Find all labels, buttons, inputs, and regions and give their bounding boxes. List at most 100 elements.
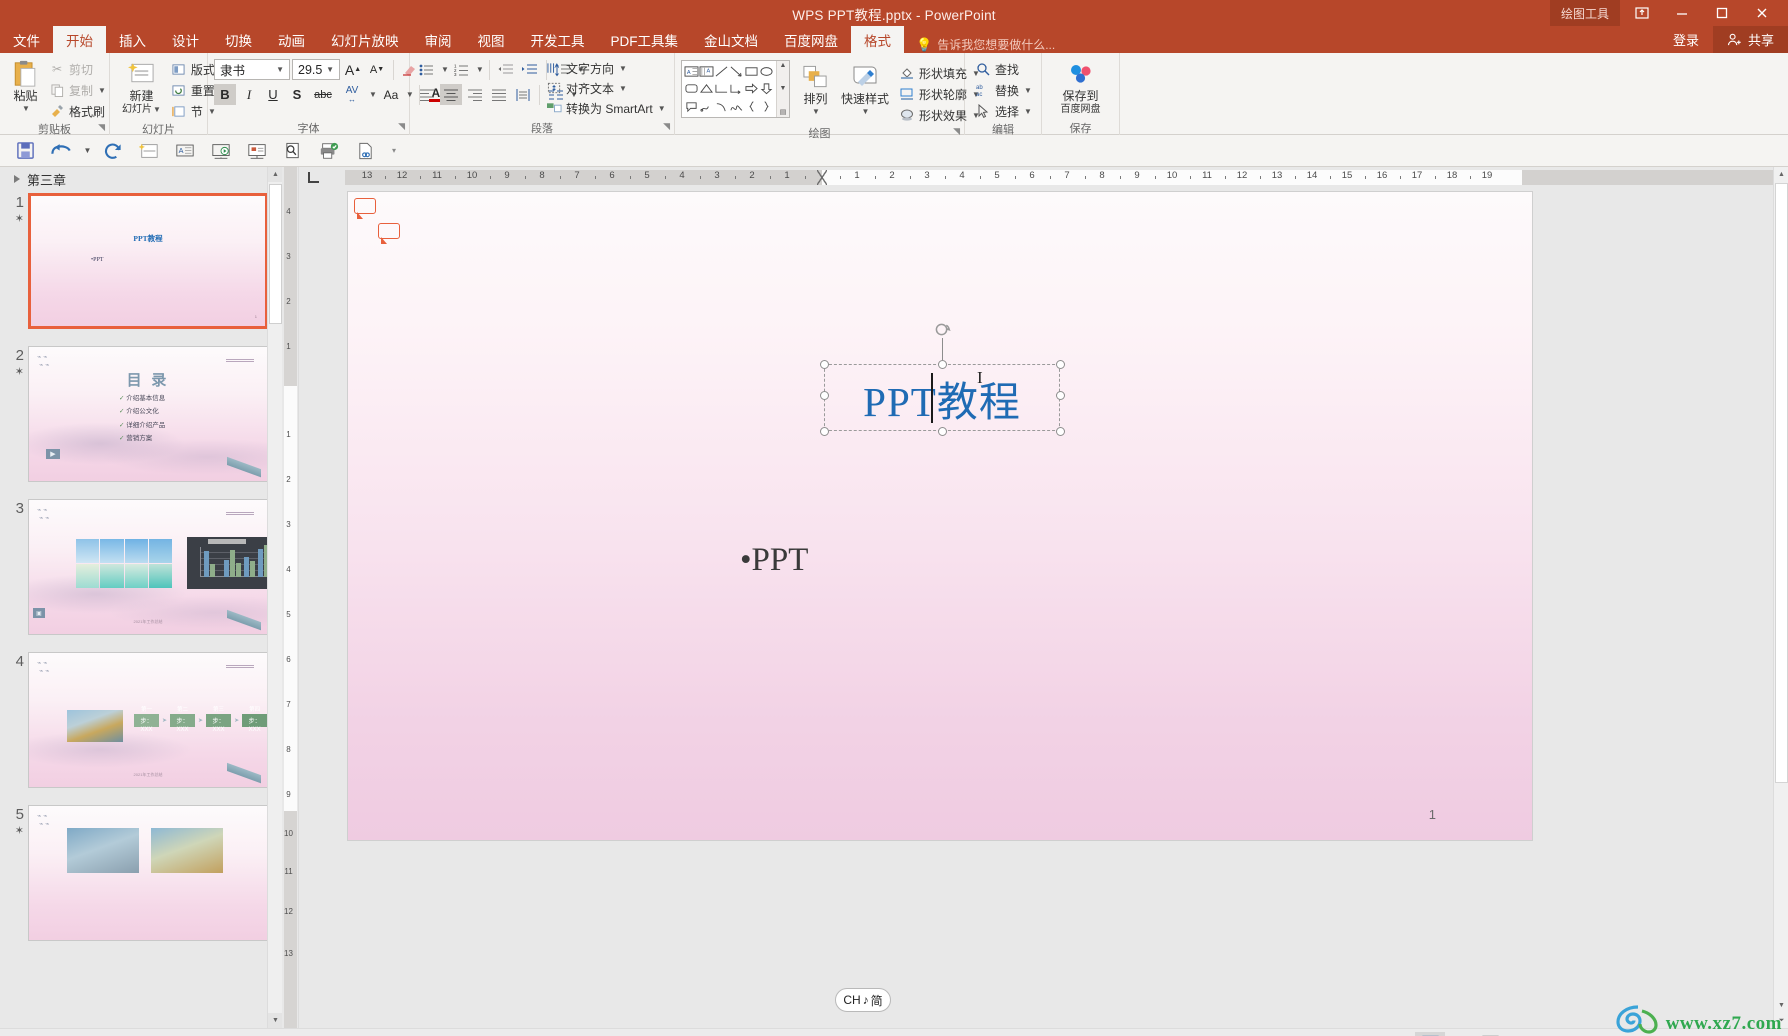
canvas-vertical-scrollbar[interactable]: ▲ ▼ ⏷ bbox=[1773, 167, 1788, 1028]
resize-handle-w[interactable] bbox=[820, 391, 829, 400]
resize-handle-ne[interactable] bbox=[1056, 360, 1065, 369]
ribbon-display-options-icon[interactable] bbox=[1622, 0, 1662, 26]
slide-thumbnail-2[interactable]: ⌁ ⌁ ⌁ ⌁ 目 录 ✓ 介绍基本信息 ✓ 介绍公文化 ✓ 详细介绍产品 ✓ … bbox=[28, 346, 268, 482]
canvas-scroll-down-icon[interactable]: ▼ bbox=[1774, 998, 1788, 1013]
decrease-indent-icon[interactable] bbox=[495, 59, 517, 80]
thumbnail-row[interactable]: 1 ✶ PPT教程 •PPT 1 bbox=[0, 193, 282, 329]
tab-insert[interactable]: 插入 bbox=[106, 26, 159, 53]
shape-arc-icon[interactable] bbox=[714, 98, 729, 115]
select-button[interactable]: 选择 ▼ bbox=[971, 101, 1036, 121]
canvas-scroll-up-icon[interactable]: ▲ bbox=[1774, 167, 1788, 182]
paste-button[interactable]: 粘贴 ▼ bbox=[6, 57, 45, 113]
tab-format[interactable]: 格式 bbox=[851, 26, 904, 53]
justify-icon[interactable] bbox=[488, 84, 510, 105]
resize-handle-se[interactable] bbox=[1056, 427, 1065, 436]
tab-file[interactable]: 文件 bbox=[0, 26, 53, 53]
restore-icon[interactable] bbox=[1702, 0, 1742, 26]
slide-thumbnail-3[interactable]: ⌁ ⌁ ⌁ ⌁ ▣ 2021年工作总结 bbox=[28, 499, 268, 635]
slide-show-from-current-icon[interactable] bbox=[240, 138, 274, 164]
tab-view[interactable]: 视图 bbox=[465, 26, 518, 53]
arrange-button[interactable]: 排列 ▼ bbox=[796, 60, 835, 116]
shape-right-arrow-icon[interactable] bbox=[744, 80, 759, 97]
undo-icon[interactable] bbox=[44, 138, 78, 164]
tab-review[interactable]: 审阅 bbox=[412, 26, 465, 53]
thumbnail-row[interactable]: 5 ✶ ⌁ ⌁ ⌁ ⌁ bbox=[0, 805, 282, 941]
shape-rounded-rect-icon[interactable] bbox=[684, 80, 699, 97]
new-slide-button[interactable]: 新建 幻灯片▼ bbox=[116, 57, 167, 115]
shape-curve-icon[interactable] bbox=[729, 98, 744, 115]
font-size-combo[interactable]: 29.5 ▼ bbox=[292, 59, 340, 80]
rotation-handle-icon[interactable] bbox=[933, 320, 952, 339]
tab-home[interactable]: 开始 bbox=[53, 26, 106, 53]
scrollbar-thumb[interactable] bbox=[269, 184, 282, 324]
thumbnail-panel-scrollbar[interactable]: ▲ ▼ bbox=[267, 167, 283, 1028]
section-collapse-icon[interactable] bbox=[14, 175, 20, 183]
align-right-icon[interactable] bbox=[464, 84, 486, 105]
drawing-dialog-launcher[interactable]: ◥ bbox=[953, 126, 960, 137]
tab-pdf-tools[interactable]: PDF工具集 bbox=[598, 26, 692, 53]
slide-thumbnail-4[interactable]: ⌁ ⌁ ⌁ ⌁ 第一 步： XXX ➤ 第二 步： XXX ➤ 第三 步： XX… bbox=[28, 652, 268, 788]
text-box-qat-icon[interactable]: A bbox=[168, 138, 202, 164]
canvas-next-slide-icon[interactable]: ⏷ bbox=[1774, 1013, 1788, 1028]
slide-thumbnail-1[interactable]: PPT教程 •PPT 1 bbox=[28, 193, 268, 329]
copy-button[interactable]: 复制 ▼ bbox=[45, 80, 110, 100]
scroll-down-arrow-icon[interactable]: ▼ bbox=[268, 1013, 283, 1028]
convert-to-smartart-button[interactable]: 转换为 SmartArt ▼ bbox=[542, 98, 670, 118]
redo-icon[interactable] bbox=[96, 138, 130, 164]
slide-body-text[interactable]: •PPT bbox=[740, 542, 808, 579]
fit-slide-icon[interactable] bbox=[1754, 1032, 1784, 1036]
resize-handle-e[interactable] bbox=[1056, 391, 1065, 400]
slide-title-text[interactable]: PPT教程 bbox=[825, 365, 1059, 430]
text-direction-button[interactable]: A 文字方向 ▼ bbox=[542, 58, 631, 78]
resize-handle-nw[interactable] bbox=[820, 360, 829, 369]
replace-button[interactable]: ab ac 替换 ▼ bbox=[971, 80, 1036, 100]
share-button[interactable]: 共享 bbox=[1712, 26, 1788, 53]
thumbnail-row[interactable]: 4 ⌁ ⌁ ⌁ ⌁ 第一 步： XXX ➤ 第二 步： XXX ➤ 第三 步： … bbox=[0, 652, 282, 788]
customize-qat-icon[interactable]: ▾ bbox=[384, 138, 404, 164]
bold-button[interactable]: B bbox=[214, 84, 236, 105]
zoom-slider[interactable] bbox=[1553, 1032, 1683, 1036]
change-case-button[interactable]: Aa bbox=[379, 84, 403, 105]
canvas-scrollbar-thumb[interactable] bbox=[1775, 183, 1788, 783]
reading-view-icon[interactable] bbox=[1475, 1032, 1505, 1036]
strikethrough-button[interactable]: abc bbox=[310, 84, 336, 105]
section-header[interactable]: 第三章 bbox=[0, 167, 282, 191]
tab-slideshow[interactable]: 幻灯片放映 bbox=[318, 26, 412, 53]
slideshow-view-icon[interactable] bbox=[1505, 1032, 1535, 1036]
print-preview-icon[interactable] bbox=[276, 138, 310, 164]
distribute-icon[interactable] bbox=[512, 84, 534, 105]
align-text-button[interactable]: 对齐文本 ▼ bbox=[542, 78, 631, 98]
undo-dropdown-icon[interactable]: ▼ bbox=[80, 138, 94, 164]
shape-rectangle-icon[interactable] bbox=[744, 63, 759, 80]
italic-button[interactable]: I bbox=[238, 84, 260, 105]
shapes-gallery[interactable]: A A ▲ ▼ ▤ bbox=[681, 60, 790, 118]
shape-down-arrow-icon[interactable] bbox=[759, 80, 774, 97]
slide-sorter-icon[interactable] bbox=[1445, 1032, 1475, 1036]
shape-freeform-icon[interactable] bbox=[699, 98, 714, 115]
tab-kingsoft-docs[interactable]: 金山文档 bbox=[691, 26, 771, 53]
tab-animations[interactable]: 动画 bbox=[265, 26, 318, 53]
shape-textbox-icon[interactable]: A bbox=[684, 63, 699, 80]
sign-in-button[interactable]: 登录 bbox=[1659, 30, 1713, 49]
shape-line-icon[interactable] bbox=[714, 63, 729, 80]
tell-me-box[interactable]: 💡 告诉我您想要做什么... bbox=[916, 36, 1055, 53]
shape-callout-icon[interactable] bbox=[684, 98, 699, 115]
selected-text-box[interactable]: PPT教程 bbox=[820, 323, 1065, 436]
paragraph-dialog-launcher[interactable]: ◥ bbox=[663, 121, 670, 132]
quick-styles-button[interactable]: 快速样式 ▼ bbox=[835, 60, 895, 116]
clipboard-dialog-launcher[interactable]: ◥ bbox=[98, 122, 105, 133]
scroll-up-arrow-icon[interactable]: ▲ bbox=[268, 167, 283, 182]
resize-handle-n[interactable] bbox=[938, 360, 947, 369]
tab-stop-selector[interactable] bbox=[299, 167, 327, 188]
thumbnail-row[interactable]: 2 ✶ ⌁ ⌁ ⌁ ⌁ 目 录 ✓ 介绍基本信息 ✓ 介绍公文化 ✓ 详细介绍产… bbox=[0, 346, 282, 482]
shape-left-brace-icon[interactable] bbox=[744, 98, 759, 115]
align-left-icon[interactable] bbox=[416, 84, 438, 105]
tab-design[interactable]: 设计 bbox=[159, 26, 212, 53]
grow-font-button[interactable]: A ▲ bbox=[342, 59, 364, 80]
indent-marker[interactable] bbox=[817, 170, 827, 185]
shape-elbow-connector-icon[interactable] bbox=[714, 80, 729, 97]
new-slide-qat-icon[interactable] bbox=[132, 138, 166, 164]
shapes-gallery-scrollbar[interactable]: ▲ ▼ ▤ bbox=[776, 61, 789, 117]
font-dialog-launcher[interactable]: ◥ bbox=[398, 121, 405, 132]
shape-elbow-arrow-icon[interactable] bbox=[729, 80, 744, 97]
